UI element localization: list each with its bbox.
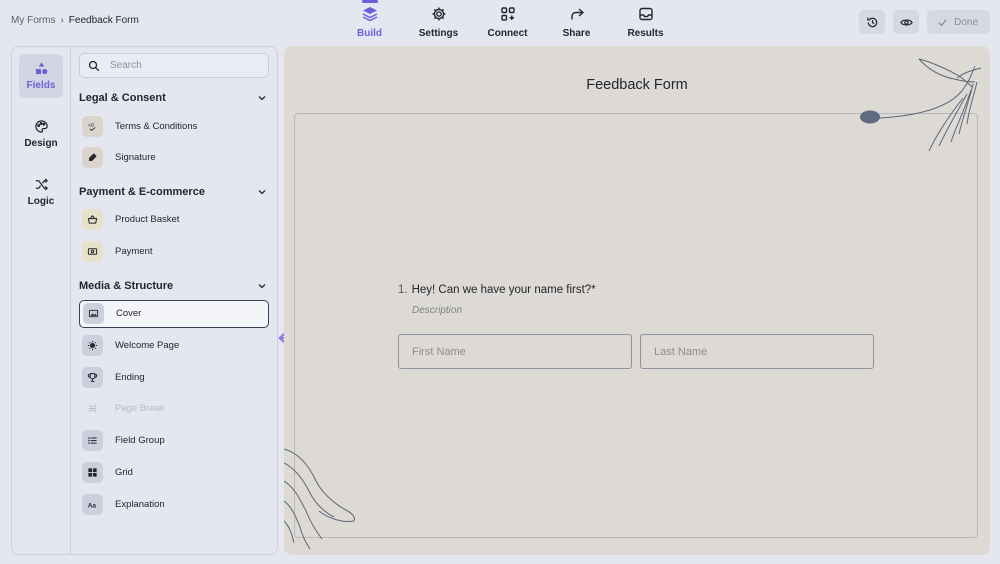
money-icon	[82, 241, 103, 263]
field-explanation[interactable]: Aa Explanation	[79, 490, 269, 518]
image-icon	[83, 303, 104, 325]
leaf-decoration-icon	[860, 58, 982, 152]
done-button[interactable]: Done	[927, 10, 990, 34]
field-payment[interactable]: Payment	[79, 238, 269, 266]
section-title: Payment & E-commerce	[79, 185, 205, 198]
text-aa-icon: Aa	[82, 493, 103, 515]
rail-fields-label: Fields	[26, 80, 56, 91]
search-input[interactable]	[110, 60, 250, 71]
pen-nib-icon	[82, 147, 103, 169]
rail-design-label: Design	[24, 138, 58, 149]
tab-share-label: Share	[562, 28, 591, 39]
field-product-basket[interactable]: Product Basket	[79, 206, 269, 234]
last-name-input[interactable]	[640, 334, 874, 369]
field-label: Payment	[115, 246, 153, 258]
side-rail: Fields Design Logic	[12, 47, 71, 554]
tab-build-label: Build	[357, 28, 382, 39]
top-actions: Done	[859, 10, 990, 34]
field-label: Product Basket	[115, 214, 180, 226]
field-label: Ending	[115, 371, 145, 383]
eye-icon	[899, 18, 913, 26]
field-label: Terms & Conditions	[115, 120, 198, 132]
field-label: Welcome Page	[115, 339, 180, 351]
rail-item-fields[interactable]: Fields	[19, 54, 63, 98]
sun-icon	[82, 334, 103, 356]
question-number: 1.	[398, 284, 408, 296]
breadcrumb-parent[interactable]: My Forms	[11, 15, 55, 26]
field-page-break: Page Break	[79, 395, 269, 423]
history-icon	[866, 17, 877, 27]
field-welcome-page[interactable]: Welcome Page	[79, 331, 269, 359]
section-legal-consent[interactable]: Legal & Consent	[79, 92, 267, 104]
field-grid[interactable]: Grid	[79, 459, 269, 487]
section-media-structure[interactable]: Media & Structure	[79, 280, 267, 292]
tab-settings[interactable]: Settings	[404, 6, 473, 39]
breadcrumb: My Forms › Feedback Form	[11, 15, 139, 26]
breadcrumb-current: Feedback Form	[68, 15, 139, 26]
gear-icon	[432, 7, 445, 21]
breadcrumb-separator: ›	[60, 15, 64, 26]
left-panel: Fields Design Logic Legal & Consent AB T…	[11, 46, 278, 555]
tab-share[interactable]: Share	[542, 6, 611, 39]
search-icon	[88, 60, 100, 71]
field-label: Signature	[115, 152, 156, 164]
field-terms-conditions[interactable]: AB Terms & Conditions	[79, 112, 269, 140]
tab-connect-label: Connect	[487, 28, 528, 39]
preview-button[interactable]	[893, 10, 920, 34]
rail-logic-label: Logic	[27, 196, 55, 207]
chevron-down-icon	[258, 96, 266, 101]
grid-icon	[82, 462, 103, 484]
field-cover[interactable]: Cover	[79, 299, 269, 328]
basket-icon	[82, 209, 103, 231]
chevron-down-icon	[258, 283, 266, 289]
connect-icon	[500, 7, 515, 21]
svg-text:Aa: Aa	[88, 502, 97, 509]
form-card	[294, 113, 978, 538]
section-payment-ecommerce[interactable]: Payment & E-commerce	[79, 186, 267, 198]
svg-text:AB: AB	[88, 122, 94, 127]
field-signature[interactable]: Signature	[79, 144, 269, 172]
trophy-icon	[82, 366, 103, 388]
abc-check-icon: AB	[82, 115, 103, 137]
top-nav: Build Settings Connect Share Results	[335, 0, 680, 39]
done-label: Done	[954, 16, 978, 28]
field-label: Field Group	[115, 435, 165, 447]
rail-item-design[interactable]: Design	[19, 112, 63, 156]
question-label: Hey! Can we have your name first?*	[411, 284, 596, 296]
first-name-input[interactable]	[398, 334, 632, 369]
field-label: Grid	[115, 467, 133, 479]
form-canvas: Feedback Form 1. Hey! Can we have your na…	[284, 46, 990, 555]
question-description[interactable]: Description	[412, 305, 462, 316]
layers-icon	[362, 7, 377, 22]
shuffle-icon	[35, 178, 48, 191]
history-button[interactable]	[859, 10, 886, 34]
page-break-icon	[82, 398, 103, 419]
tab-connect[interactable]: Connect	[473, 6, 542, 39]
share-icon	[570, 8, 584, 20]
field-label: Explanation	[115, 498, 165, 510]
inbox-icon	[638, 7, 653, 21]
rail-item-logic[interactable]: Logic	[19, 170, 63, 214]
search-box	[79, 53, 269, 78]
tab-build[interactable]: Build	[335, 0, 404, 39]
leaf-decoration-icon	[284, 448, 355, 550]
fields-list: Legal & Consent AB Terms & Conditions Si…	[71, 47, 277, 554]
shapes-icon	[35, 62, 47, 75]
tab-results-label: Results	[627, 28, 664, 39]
field-ending[interactable]: Ending	[79, 363, 269, 391]
field-label: Page Break	[115, 403, 165, 415]
section-title: Legal & Consent	[79, 92, 166, 104]
chevron-down-icon	[258, 189, 266, 195]
field-label: Cover	[116, 308, 142, 320]
palette-icon	[34, 120, 48, 133]
question-text: 1. Hey! Can we have your name first?*	[398, 284, 596, 296]
tab-settings-label: Settings	[418, 28, 459, 39]
section-title: Media & Structure	[79, 279, 174, 292]
tab-results[interactable]: Results	[611, 6, 680, 39]
field-field-group[interactable]: Field Group	[79, 427, 269, 455]
list-icon	[82, 430, 103, 452]
check-icon	[938, 18, 947, 26]
